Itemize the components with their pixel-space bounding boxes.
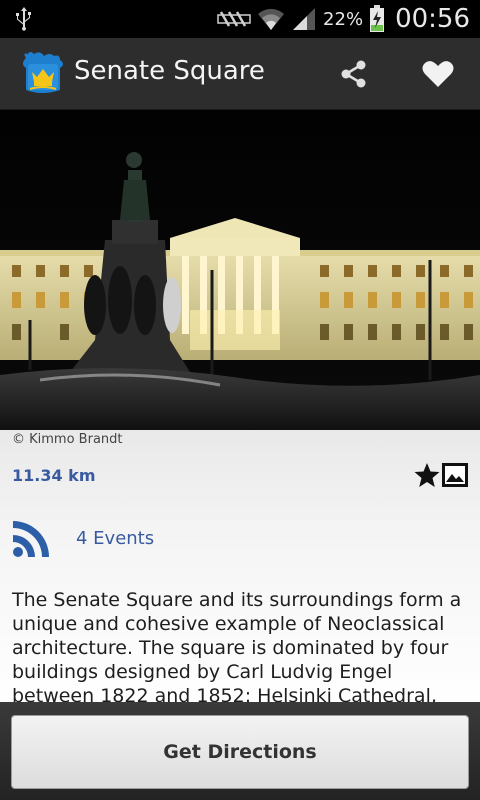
action-bar: Senate Square bbox=[0, 38, 480, 110]
battery-charging-icon bbox=[370, 5, 385, 32]
photo-credit: © Kimmo Brandt bbox=[12, 432, 123, 447]
heart-icon[interactable] bbox=[422, 60, 454, 88]
nfc-icon bbox=[217, 11, 251, 27]
rss-icon bbox=[13, 521, 49, 557]
clock: 00:56 bbox=[395, 4, 470, 34]
distance-label: 11.34 km bbox=[12, 466, 96, 485]
app-logo-icon[interactable] bbox=[18, 50, 66, 98]
senate-square-image bbox=[0, 110, 480, 430]
status-bar: 22% 00:56 bbox=[0, 0, 480, 38]
share-icon[interactable] bbox=[340, 60, 368, 88]
signal-icon bbox=[293, 8, 316, 30]
events-count-label[interactable]: 4 Events bbox=[76, 528, 154, 549]
place-photo bbox=[0, 110, 480, 430]
usb-icon bbox=[16, 7, 31, 31]
events-row[interactable]: 4 Events bbox=[0, 510, 480, 570]
wifi-icon bbox=[258, 8, 285, 30]
battery-percent: 22% bbox=[323, 8, 364, 30]
star-icon[interactable] bbox=[414, 462, 440, 488]
gallery-icon[interactable] bbox=[442, 463, 468, 487]
bottom-bar: Get Directions bbox=[0, 702, 480, 800]
page-title: Senate Square bbox=[74, 56, 265, 86]
get-directions-button[interactable]: Get Directions bbox=[11, 715, 469, 789]
